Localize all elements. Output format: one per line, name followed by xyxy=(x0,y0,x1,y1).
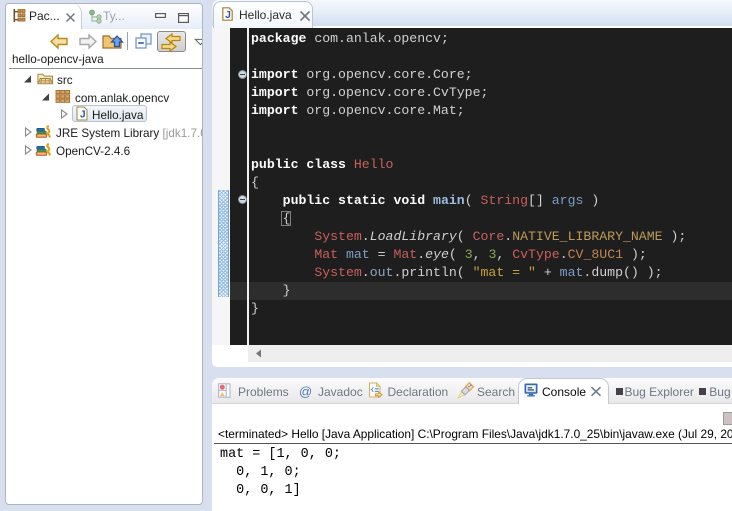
svg-text:J: J xyxy=(80,110,86,121)
svg-text:J: J xyxy=(225,10,231,21)
